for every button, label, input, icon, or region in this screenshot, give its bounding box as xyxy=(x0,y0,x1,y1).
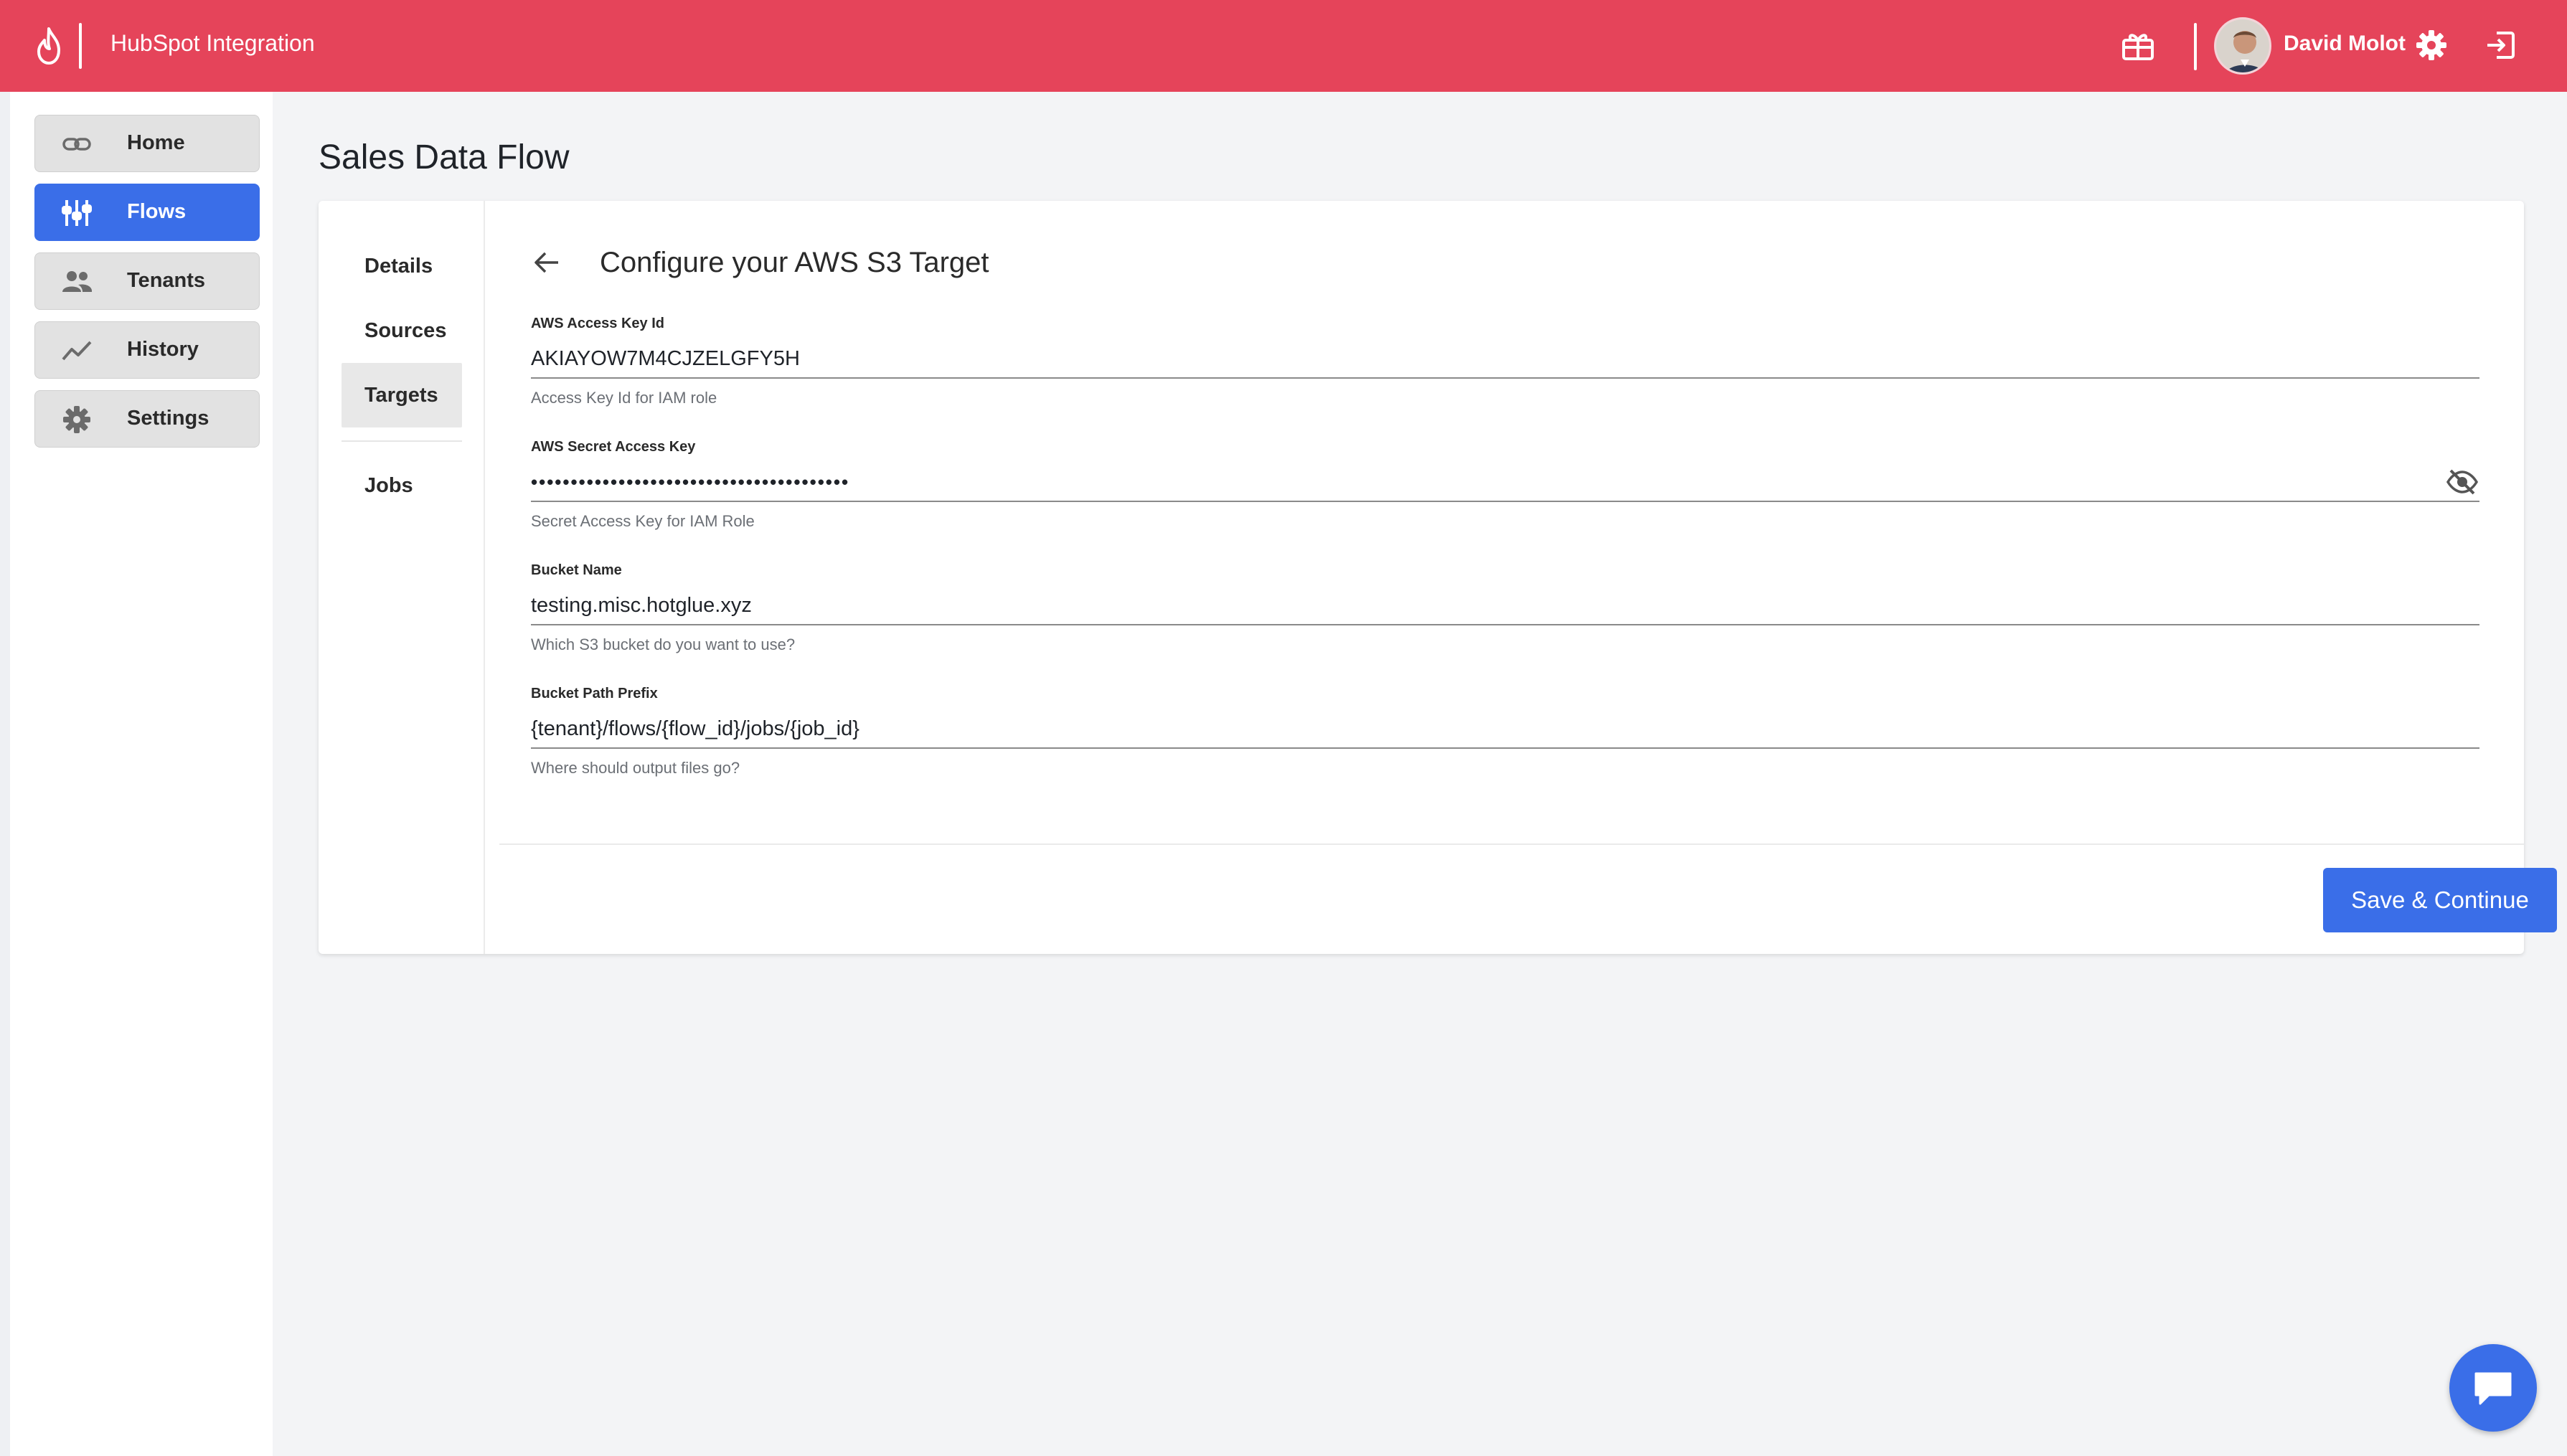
sidebar-item-label: Settings xyxy=(127,407,209,430)
sidebar-item-home[interactable]: Home xyxy=(34,115,260,172)
field-label: Bucket Path Prefix xyxy=(531,686,658,701)
field-value: testing.misc.hotglue.xyz xyxy=(531,593,752,617)
field-help: Secret Access Key for IAM Role xyxy=(531,512,755,530)
field-label: Bucket Name xyxy=(531,562,622,578)
sidebar: Home Flows Tenants History Settings xyxy=(10,92,273,1456)
chat-button[interactable] xyxy=(2449,1344,2537,1432)
field-help: Which S3 bucket do you want to use? xyxy=(531,635,796,653)
step-sources[interactable]: Sources xyxy=(342,298,462,363)
field-value: AKIAYOW7M4CJZELGFY5H xyxy=(531,346,800,370)
field-value: •••••••••••••••••••••••••••••••••••••••• xyxy=(531,471,850,493)
window-edge xyxy=(0,92,10,1456)
field-label: AWS Access Key Id xyxy=(531,316,665,331)
brand-divider xyxy=(79,23,82,69)
gear-icon[interactable] xyxy=(2415,29,2448,62)
flame-logo-icon[interactable] xyxy=(30,26,67,66)
main-content: Sales Data Flow Details Sources Targets … xyxy=(273,92,2567,1456)
field-value: {tenant}/flows/{flow_id}/jobs/{job_id} xyxy=(531,717,859,740)
aws-access-key-input[interactable]: AKIAYOW7M4CJZELGFY5H xyxy=(531,334,2479,379)
target-form: Configure your AWS S3 Target AWS Access … xyxy=(485,201,2557,954)
field-help: Where should output files go? xyxy=(531,759,740,777)
avatar[interactable] xyxy=(2214,17,2271,75)
aws-secret-key-field: AWS Secret Access Key ••••••••••••••••••… xyxy=(531,439,2479,531)
sidebar-item-label: History xyxy=(127,338,199,361)
step-details[interactable]: Details xyxy=(342,234,462,298)
sidebar-item-history[interactable]: History xyxy=(34,321,260,379)
gift-icon[interactable] xyxy=(2121,30,2155,62)
logout-icon[interactable] xyxy=(2484,29,2517,62)
step-targets[interactable]: Targets xyxy=(342,363,462,427)
app-title: HubSpot Integration xyxy=(110,30,315,56)
bucket-path-prefix-input[interactable]: {tenant}/flows/{flow_id}/jobs/{job_id} xyxy=(531,704,2479,749)
footer-divider xyxy=(499,843,2524,845)
top-bar: HubSpot Integration David Molot xyxy=(0,0,2567,92)
link-icon xyxy=(62,138,91,151)
field-label: AWS Secret Access Key xyxy=(531,439,696,455)
sidebar-item-settings[interactable]: Settings xyxy=(34,390,260,448)
section-title: Configure your AWS S3 Target xyxy=(600,247,989,278)
sidebar-item-tenants[interactable]: Tenants xyxy=(34,252,260,310)
field-help: Access Key Id for IAM role xyxy=(531,389,717,407)
bucket-name-field: Bucket Name testing.misc.hotglue.xyz Whi… xyxy=(531,562,2479,654)
sidebar-item-label: Tenants xyxy=(127,269,206,292)
chart-line-icon xyxy=(62,341,92,361)
user-name[interactable]: David Molot xyxy=(2284,32,2406,56)
aws-access-key-field: AWS Access Key Id AKIAYOW7M4CJZELGFY5H A… xyxy=(531,316,2479,407)
bucket-name-input[interactable]: testing.misc.hotglue.xyz xyxy=(531,581,2479,625)
chat-bubble-icon xyxy=(2474,1372,2512,1405)
gear-icon xyxy=(63,406,90,433)
save-continue-button[interactable]: Save & Continue xyxy=(2323,868,2557,932)
sidebar-item-flows[interactable]: Flows xyxy=(34,184,260,241)
people-icon xyxy=(62,271,93,292)
step-nav: Details Sources Targets Jobs xyxy=(319,201,485,954)
eye-off-icon[interactable] xyxy=(2445,468,2479,496)
step-divider xyxy=(342,440,462,442)
top-divider xyxy=(2194,23,2197,70)
avatar-image xyxy=(2216,19,2269,72)
bucket-path-prefix-field: Bucket Path Prefix {tenant}/flows/{flow_… xyxy=(531,686,2479,777)
step-jobs[interactable]: Jobs xyxy=(342,453,462,518)
back-arrow-icon[interactable] xyxy=(531,247,562,278)
sidebar-item-label: Flows xyxy=(127,200,187,223)
config-card: Details Sources Targets Jobs Configure y… xyxy=(319,201,2557,954)
sidebar-item-label: Home xyxy=(127,131,185,154)
aws-secret-key-input[interactable]: •••••••••••••••••••••••••••••••••••••••• xyxy=(531,458,2479,502)
flows-icon xyxy=(62,200,92,226)
page-title: Sales Data Flow xyxy=(319,138,570,176)
